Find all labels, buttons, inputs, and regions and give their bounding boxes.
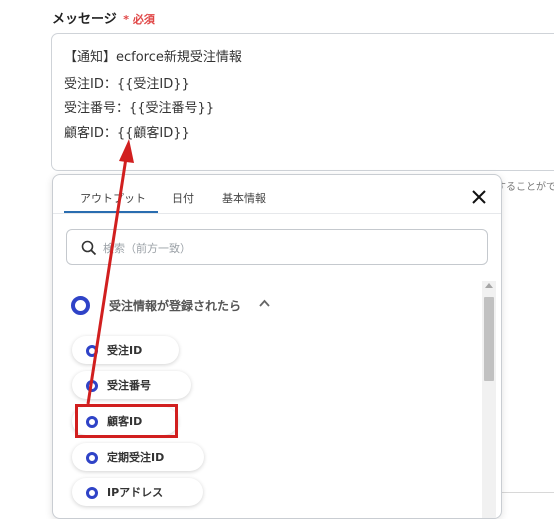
annotation-arrow-icon xyxy=(86,139,134,405)
